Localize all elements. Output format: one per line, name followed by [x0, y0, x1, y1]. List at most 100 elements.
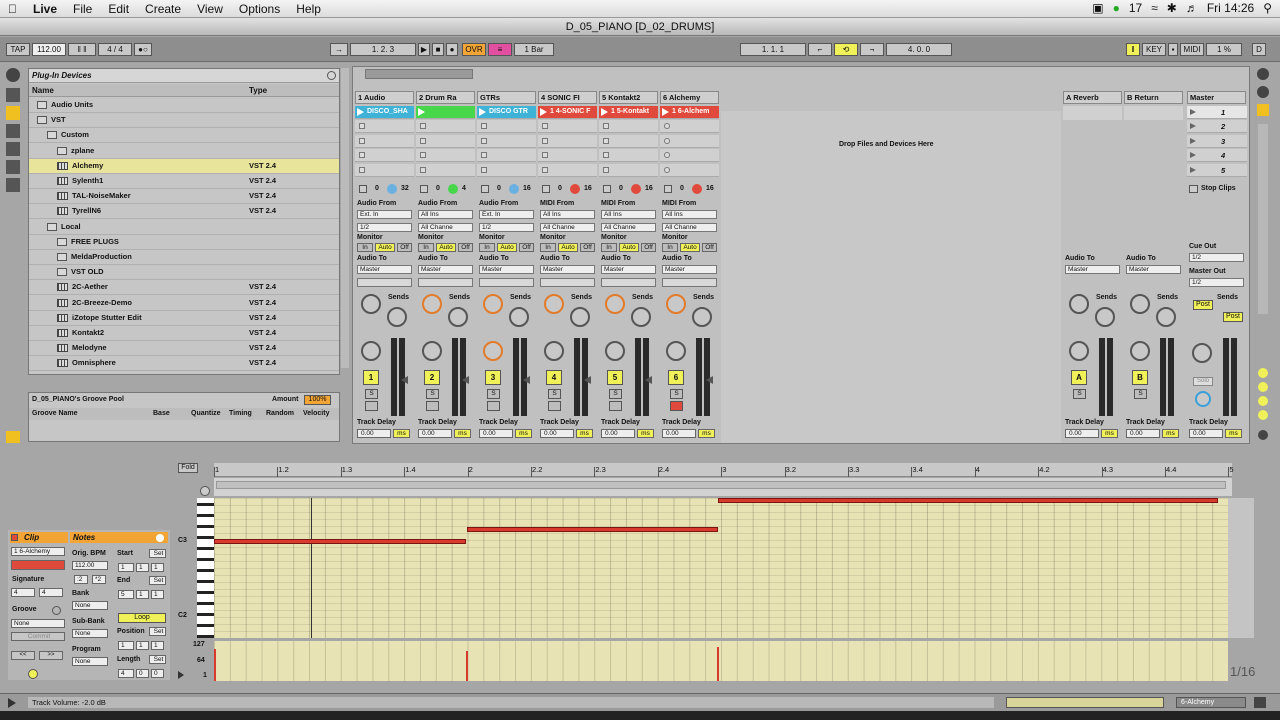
track-delay-field[interactable]: 0.00 — [357, 429, 391, 438]
monitor-auto-button[interactable]: Auto — [680, 243, 700, 252]
browser-row[interactable]: Kontakt2 VST 2.4 — [29, 326, 339, 341]
clip-stop-icon[interactable] — [603, 166, 609, 173]
scene-row[interactable]: 5 — [1187, 163, 1247, 177]
midi-note[interactable] — [467, 527, 718, 532]
metronome-icon[interactable]: ●○ — [134, 43, 152, 56]
clip-stop-icon[interactable] — [481, 152, 487, 159]
clip-activator-icon[interactable] — [11, 534, 18, 541]
tap-button[interactable]: TAP — [6, 43, 30, 56]
return-ms-button[interactable]: ms — [1162, 429, 1179, 438]
clip-slot[interactable] — [355, 134, 414, 148]
track-delay-field[interactable]: 0.00 — [540, 429, 574, 438]
groove-pool-icon[interactable] — [6, 431, 20, 443]
return-send-b-knob[interactable] — [1095, 307, 1115, 327]
pan-knob[interactable] — [605, 341, 625, 361]
start-sixteenth[interactable]: 1 — [151, 563, 164, 572]
clip-stop-icon[interactable] — [420, 123, 426, 130]
track-activator[interactable]: 1 — [363, 370, 379, 385]
track-header[interactable]: 5 Kontakt2 — [599, 91, 658, 104]
piano-keyboard[interactable] — [197, 498, 214, 638]
end-set-button[interactable]: Set — [149, 576, 166, 585]
return-send-a-knob[interactable] — [1069, 294, 1089, 314]
send-b-knob[interactable] — [692, 307, 712, 327]
grid-setting[interactable]: 1/16 — [1230, 664, 1255, 679]
menu-options[interactable]: Options — [231, 2, 288, 16]
clip-slot[interactable] — [599, 134, 658, 148]
clip-slot[interactable] — [538, 163, 597, 177]
monitor-auto-button[interactable]: Auto — [436, 243, 456, 252]
preview-icon[interactable] — [200, 486, 210, 496]
send-b-knob[interactable] — [448, 307, 468, 327]
master-ms-button[interactable]: ms — [1225, 429, 1242, 438]
velocity-stem[interactable] — [717, 647, 719, 681]
record-icon[interactable]: ● — [446, 43, 458, 56]
clip-stop-icon[interactable] — [420, 166, 426, 173]
monitor-off-button[interactable]: Off — [641, 243, 656, 252]
session-scrollbar[interactable] — [1258, 124, 1268, 314]
play-icon[interactable] — [479, 108, 486, 116]
col-name[interactable]: Name — [32, 86, 54, 95]
return-header[interactable]: A Reverb — [1063, 91, 1122, 104]
solo-button[interactable]: S — [548, 389, 561, 399]
camera-icon[interactable]: ▣ — [1092, 1, 1103, 15]
return-header[interactable]: B Return — [1124, 91, 1183, 104]
clip-slot[interactable] — [599, 120, 658, 134]
signature-numerator[interactable]: 4 — [11, 588, 35, 597]
clip-stop-icon[interactable] — [542, 137, 548, 144]
ms-button[interactable]: ms — [637, 429, 654, 438]
play-icon[interactable]: ▶ — [418, 43, 430, 56]
volume-slider-icon[interactable] — [401, 376, 408, 384]
notification-count[interactable]: 17 — [1129, 1, 1142, 15]
play-icon[interactable] — [662, 108, 669, 116]
send-a-knob[interactable] — [666, 294, 686, 314]
arm-button-icon[interactable] — [670, 401, 683, 411]
return-solo-button[interactable]: S — [1134, 389, 1147, 399]
clip-slot[interactable] — [538, 149, 597, 163]
returns-toggle-icon[interactable] — [1258, 396, 1268, 406]
half-tempo-button[interactable]: :2 — [74, 575, 88, 584]
clip-stop-icon[interactable] — [664, 137, 670, 144]
volume-slider-icon[interactable] — [584, 376, 591, 384]
output-select[interactable]: Master — [418, 265, 473, 274]
velocity-stem[interactable] — [466, 651, 468, 681]
stop-button-icon[interactable] — [420, 185, 428, 193]
clip-stop-icon[interactable] — [359, 152, 365, 159]
punch-out-icon[interactable]: ¬ — [860, 43, 884, 56]
solo-button[interactable]: S — [609, 389, 622, 399]
clip-slot[interactable] — [355, 120, 414, 134]
clip-stop-icon[interactable] — [420, 152, 426, 159]
clip-slot[interactable] — [477, 120, 536, 134]
track-delay-field[interactable]: 0.00 — [479, 429, 513, 438]
send-b-knob[interactable] — [509, 307, 529, 327]
clip-stop-icon[interactable] — [664, 152, 670, 159]
end-beat[interactable]: 1 — [136, 590, 149, 599]
monitor-auto-button[interactable]: Auto — [558, 243, 578, 252]
device-view-toggle-icon[interactable] — [1254, 697, 1266, 708]
arm-button-icon[interactable] — [365, 401, 378, 411]
output-channel-select[interactable] — [662, 278, 717, 287]
master-header[interactable]: Master — [1187, 91, 1246, 104]
track-view-icon[interactable] — [1257, 68, 1269, 80]
menu-file[interactable]: File — [65, 2, 100, 16]
loop-start-field[interactable]: 1. 1. 1 — [740, 43, 806, 56]
scene-launch-icon[interactable] — [1190, 123, 1196, 130]
punch-in-icon[interactable]: ⌐ — [808, 43, 832, 56]
stop-button-icon[interactable] — [603, 185, 611, 193]
browser-row[interactable]: Local — [29, 220, 339, 235]
scene-row[interactable]: 3 — [1187, 134, 1247, 148]
length-bar[interactable]: 4 — [118, 669, 134, 678]
monitor-off-button[interactable]: Off — [397, 243, 412, 252]
browser-row[interactable]: Sylenth1 VST 2.4 — [29, 174, 339, 189]
pan-knob[interactable] — [361, 341, 381, 361]
monitor-in-button[interactable]: In — [357, 243, 373, 252]
send-b-knob[interactable] — [570, 307, 590, 327]
loop-brace[interactable] — [214, 478, 1232, 496]
file-browser-1-icon[interactable] — [6, 124, 20, 138]
track-header[interactable]: 2 Drum Ra — [416, 91, 475, 104]
loop-button[interactable]: Loop — [118, 613, 166, 623]
session-view-icon[interactable] — [1257, 104, 1269, 116]
browser-options-icon[interactable] — [327, 71, 336, 80]
double-tempo-button[interactable]: *2 — [92, 575, 106, 584]
overview-bar[interactable] — [365, 69, 473, 79]
play-icon[interactable] — [357, 108, 364, 116]
